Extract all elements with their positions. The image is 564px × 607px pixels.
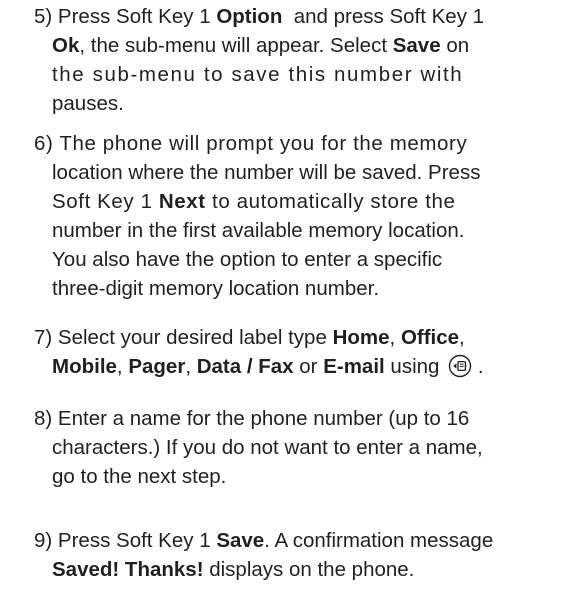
- step-line: the sub-menu to save this number with: [52, 63, 464, 86]
- step-8: 8) Enter a name for the phone number (up…: [34, 404, 554, 491]
- step-line: 7) Select your desired label type Home, …: [34, 326, 465, 349]
- step-line: Ok, the sub-menu will appear. Select Sav…: [52, 34, 470, 57]
- step-line: 5) Press Soft Key 1 Option and press Sof…: [34, 5, 485, 28]
- step-line: pauses.: [52, 92, 124, 115]
- step-line: characters.) If you do not want to enter…: [52, 436, 483, 459]
- step-line: 9) Press Soft Key 1 Save. A confirmation…: [34, 529, 494, 552]
- step-line: Mobile, Pager, Data / Fax or E-mail usin…: [34, 352, 554, 386]
- step-line: three-digit memory location number.: [52, 277, 380, 300]
- step-line: Saved! Thanks! displays on the phone.: [52, 558, 415, 581]
- step-line: location where the number will be saved.…: [52, 161, 481, 184]
- step-9: 9) Press Soft Key 1 Save. A confirmation…: [34, 526, 554, 584]
- step-6: 6) The phone will prompt you for the mem…: [34, 129, 554, 303]
- step-line: number in the first available memory loc…: [52, 219, 465, 242]
- step-line: You also have the option to enter a spec…: [52, 248, 443, 271]
- step-5: 5) Press Soft Key 1 Option and press Sof…: [34, 2, 554, 118]
- step-line: go to the next step.: [52, 465, 227, 488]
- step-line: 6) The phone will prompt you for the mem…: [34, 132, 468, 155]
- manual-page: 5) Press Soft Key 1 Option and press Sof…: [0, 0, 564, 607]
- step-7: 7) Select your desired label type Home, …: [34, 323, 554, 386]
- navigation-key-icon: [448, 354, 472, 386]
- step-line: 8) Enter a name for the phone number (up…: [34, 407, 470, 430]
- step-line: Soft Key 1 Next to automatically store t…: [52, 190, 456, 213]
